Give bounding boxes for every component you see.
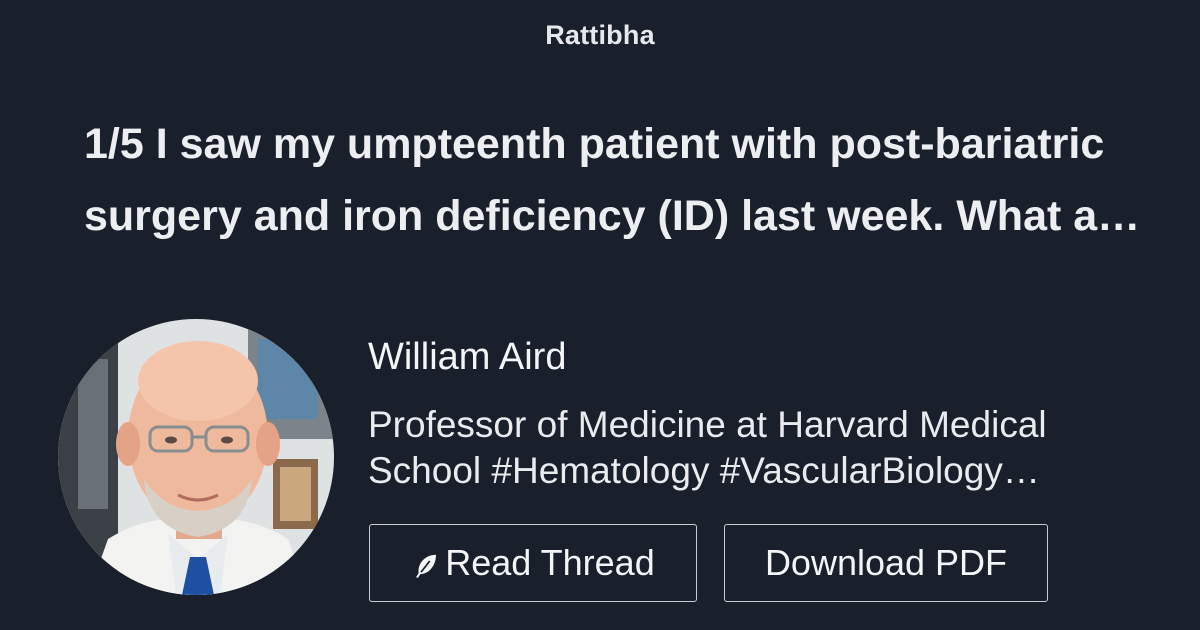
author-avatar: [58, 319, 334, 595]
download-pdf-button[interactable]: Download PDF: [724, 524, 1048, 602]
read-thread-button[interactable]: Read Thread: [369, 524, 697, 602]
download-pdf-label: Download PDF: [764, 542, 1008, 583]
author-name[interactable]: William Aird: [368, 336, 566, 379]
author-bio: Professor of Medicine at Harvard Medical…: [368, 404, 1047, 491]
thread-headline: 1/5 I saw my umpteenth patient with post…: [84, 120, 1138, 240]
read-thread-label: Read Thread: [445, 542, 655, 583]
brand-title: Rattibha: [545, 20, 655, 50]
portrait-photo: [58, 319, 334, 595]
feather-icon: [411, 551, 441, 581]
